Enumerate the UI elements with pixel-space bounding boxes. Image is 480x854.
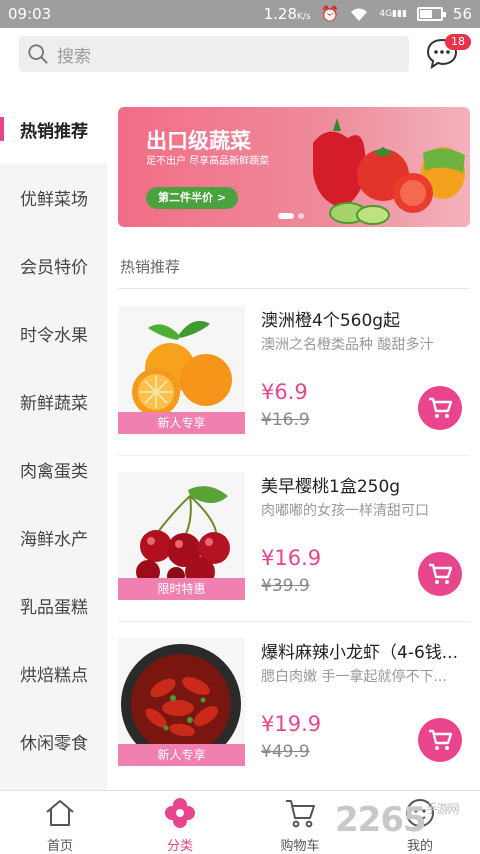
- row-separator: [118, 455, 470, 456]
- banner-dot-active: [278, 213, 294, 219]
- product-description: 肉嘟嘟的女孩一样清甜可口: [261, 503, 429, 519]
- category-flower-icon: [165, 798, 195, 828]
- search-placeholder: 搜索: [57, 46, 91, 67]
- add-to-cart-button[interactable]: [418, 552, 462, 596]
- product-tag: 新人专享: [118, 744, 245, 766]
- banner-cta-button[interactable]: 第二件半价 >: [146, 187, 239, 209]
- add-to-cart-button[interactable]: [418, 718, 462, 762]
- search-icon: [28, 44, 48, 64]
- vegetables-illustration: [313, 118, 465, 225]
- product-tag: 新人专享: [118, 412, 245, 434]
- product-description: 腮白肉嫩 手一拿起就停不下...: [261, 669, 447, 685]
- tab-category[interactable]: 分类: [120, 791, 240, 854]
- product-image[interactable]: 限时特惠: [118, 472, 245, 600]
- sidebar-item-vegetables[interactable]: 新鲜蔬菜: [0, 367, 107, 435]
- sidebar-item-bakery[interactable]: 烘焙糕点: [0, 639, 107, 707]
- banner-title: 出口级蔬菜: [146, 129, 251, 153]
- product-name[interactable]: 澳洲橙4个560g起: [261, 306, 466, 331]
- sidebar-item-fresh-market[interactable]: 优鲜菜场: [0, 163, 107, 231]
- product-card[interactable]: 新人专享 澳洲橙4个560g起 澳洲之名橙类品种 酸甜多汁 ¥6.9 ¥16.9: [118, 306, 470, 436]
- banner-subtitle: 足不出户 尽享高品新鲜蔬菜: [146, 156, 270, 167]
- sidebar-item-seasonal-fruit[interactable]: 时令水果: [0, 299, 107, 367]
- cart-icon: [429, 729, 452, 750]
- cart-icon: [286, 800, 315, 828]
- product-original-price: ¥39.9: [261, 576, 310, 596]
- sidebar-item-dairy-cake[interactable]: 乳品蛋糕: [0, 571, 107, 639]
- network-speed-icon: 1.28K/s: [263, 5, 311, 23]
- product-tag: 限时特惠: [118, 578, 245, 600]
- product-image[interactable]: 新人专享: [118, 638, 245, 766]
- product-description: 澳洲之名橙类品种 酸甜多汁: [261, 337, 434, 353]
- watermark: 2265手游网: [335, 800, 460, 840]
- banner-pagination: [278, 213, 304, 219]
- product-price: ¥19.9: [261, 712, 322, 736]
- product-card[interactable]: 限时特惠 美早樱桃1盒250g 肉嘟嘟的女孩一样清甜可口 ¥16.9 ¥39.9: [118, 472, 470, 602]
- product-price: ¥16.9: [261, 546, 322, 570]
- sidebar-item-hot[interactable]: 热销推荐: [0, 95, 107, 163]
- status-bar: 09:03 1.28K/s ⏰ 4G▮▮▮ 56: [0, 0, 480, 28]
- sidebar-item-snacks[interactable]: 休闲零食: [0, 707, 107, 775]
- cart-icon: [429, 397, 452, 418]
- wifi-icon: [351, 8, 368, 21]
- section-title: 热销推荐: [120, 258, 181, 276]
- tab-label: 首页: [46, 839, 73, 854]
- sidebar-item-meat-eggs[interactable]: 肉禽蛋类: [0, 435, 107, 503]
- product-price: ¥6.9: [261, 380, 308, 404]
- alarm-icon: ⏰: [320, 5, 340, 23]
- tab-label: 购物车: [280, 839, 320, 854]
- sidebar-item-member-deals[interactable]: 会员特价: [0, 231, 107, 299]
- sidebar-item-seafood[interactable]: 海鲜水产: [0, 503, 107, 571]
- search-input[interactable]: 搜索: [19, 36, 409, 72]
- product-name[interactable]: 爆料麻辣小龙虾（4-6钱...: [261, 638, 466, 663]
- battery-icon: [416, 7, 446, 21]
- tab-label: 分类: [166, 839, 193, 854]
- battery-level: 56: [452, 5, 472, 23]
- product-card[interactable]: 新人专享 爆料麻辣小龙虾（4-6钱... 腮白肉嫩 手一拿起就停不下... ¥1…: [118, 638, 470, 768]
- home-icon: [46, 800, 74, 826]
- top-header: 搜索 18: [0, 28, 480, 80]
- cart-icon: [429, 563, 452, 584]
- banner-dot: [298, 213, 304, 219]
- category-sidebar: 热销推荐 优鲜菜场 会员特价 时令水果 新鲜蔬菜 肉禽蛋类 海鲜水产 乳品蛋糕 …: [0, 95, 107, 790]
- tab-home[interactable]: 首页: [0, 791, 120, 854]
- signal-icon: 4G▮▮▮: [379, 9, 407, 19]
- product-original-price: ¥16.9: [261, 410, 310, 430]
- row-separator: [118, 621, 470, 622]
- status-time: 09:03: [8, 5, 52, 23]
- product-original-price: ¥49.9: [261, 742, 310, 762]
- product-name[interactable]: 美早樱桃1盒250g: [261, 472, 466, 497]
- message-count-badge: 18: [445, 34, 471, 50]
- promo-banner[interactable]: 出口级蔬菜 足不出户 尽享高品新鲜蔬菜 第二件半价 >: [118, 107, 470, 227]
- product-image[interactable]: 新人专享: [118, 306, 245, 434]
- add-to-cart-button[interactable]: [418, 386, 462, 430]
- section-divider: [118, 288, 470, 289]
